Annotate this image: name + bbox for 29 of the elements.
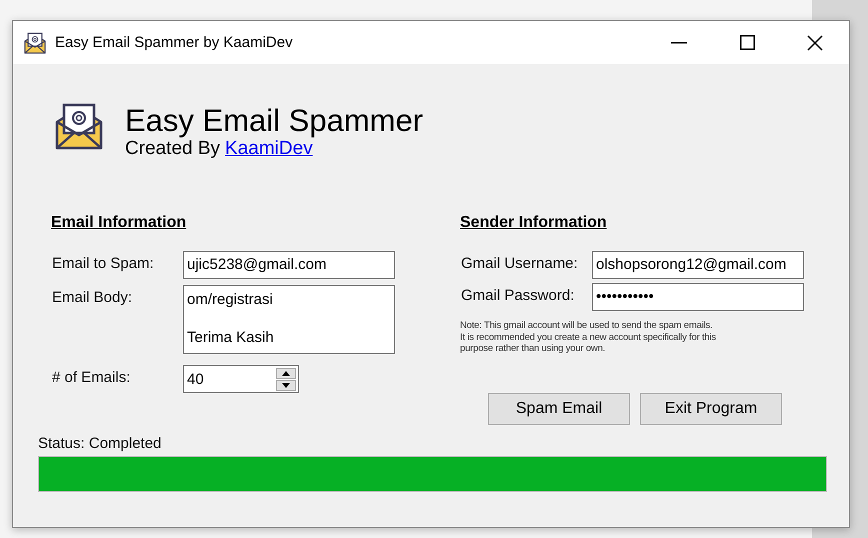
status-text: Status: Completed (38, 434, 162, 452)
note-text: Note: This gmail account will be used to send the spam emails. It is recommended you create a new account specifically for this purpose rather than using your own. (460, 320, 717, 354)
field-label: Gmail Password: (461, 286, 576, 304)
exit-program-button[interactable]: Exit Program (640, 392, 782, 424)
maximize-icon (740, 35, 754, 50)
window-title: Easy Email Spammer by KaamiDev (55, 34, 294, 51)
spin-up-button[interactable] (276, 368, 296, 378)
text-area[interactable]: om/registrasi Terima Kasih (183, 285, 395, 354)
mail-icon (55, 102, 103, 150)
app-icon (24, 32, 46, 54)
section-heading: Sender Information (460, 213, 607, 233)
field-label: Gmail Username: (461, 254, 579, 272)
section-heading: Email Information (51, 213, 186, 233)
field-label: Email to Spam: (52, 254, 155, 272)
number-spinner[interactable]: 40 (183, 365, 299, 393)
app-title: Easy Email Spammer (125, 104, 424, 138)
spam-email-button[interactable]: Spam Email (488, 392, 630, 424)
input-field[interactable]: olshopsorong12@gmail.com (592, 251, 804, 279)
credit-text: Created By (125, 138, 220, 160)
input-field[interactable]: ujic5238@gmail.com (183, 251, 395, 279)
field-label: Email Body: (52, 288, 134, 306)
spin-down-button[interactable] (276, 380, 296, 390)
field-label: # of Emails: (52, 368, 132, 386)
down-arrow-icon (282, 382, 290, 388)
minimize-icon (671, 42, 687, 44)
input-field[interactable]: ••••••••••• (592, 283, 804, 311)
up-arrow-icon (282, 370, 290, 376)
author-link[interactable]: KaamiDev (225, 138, 313, 160)
close-icon (807, 34, 823, 50)
